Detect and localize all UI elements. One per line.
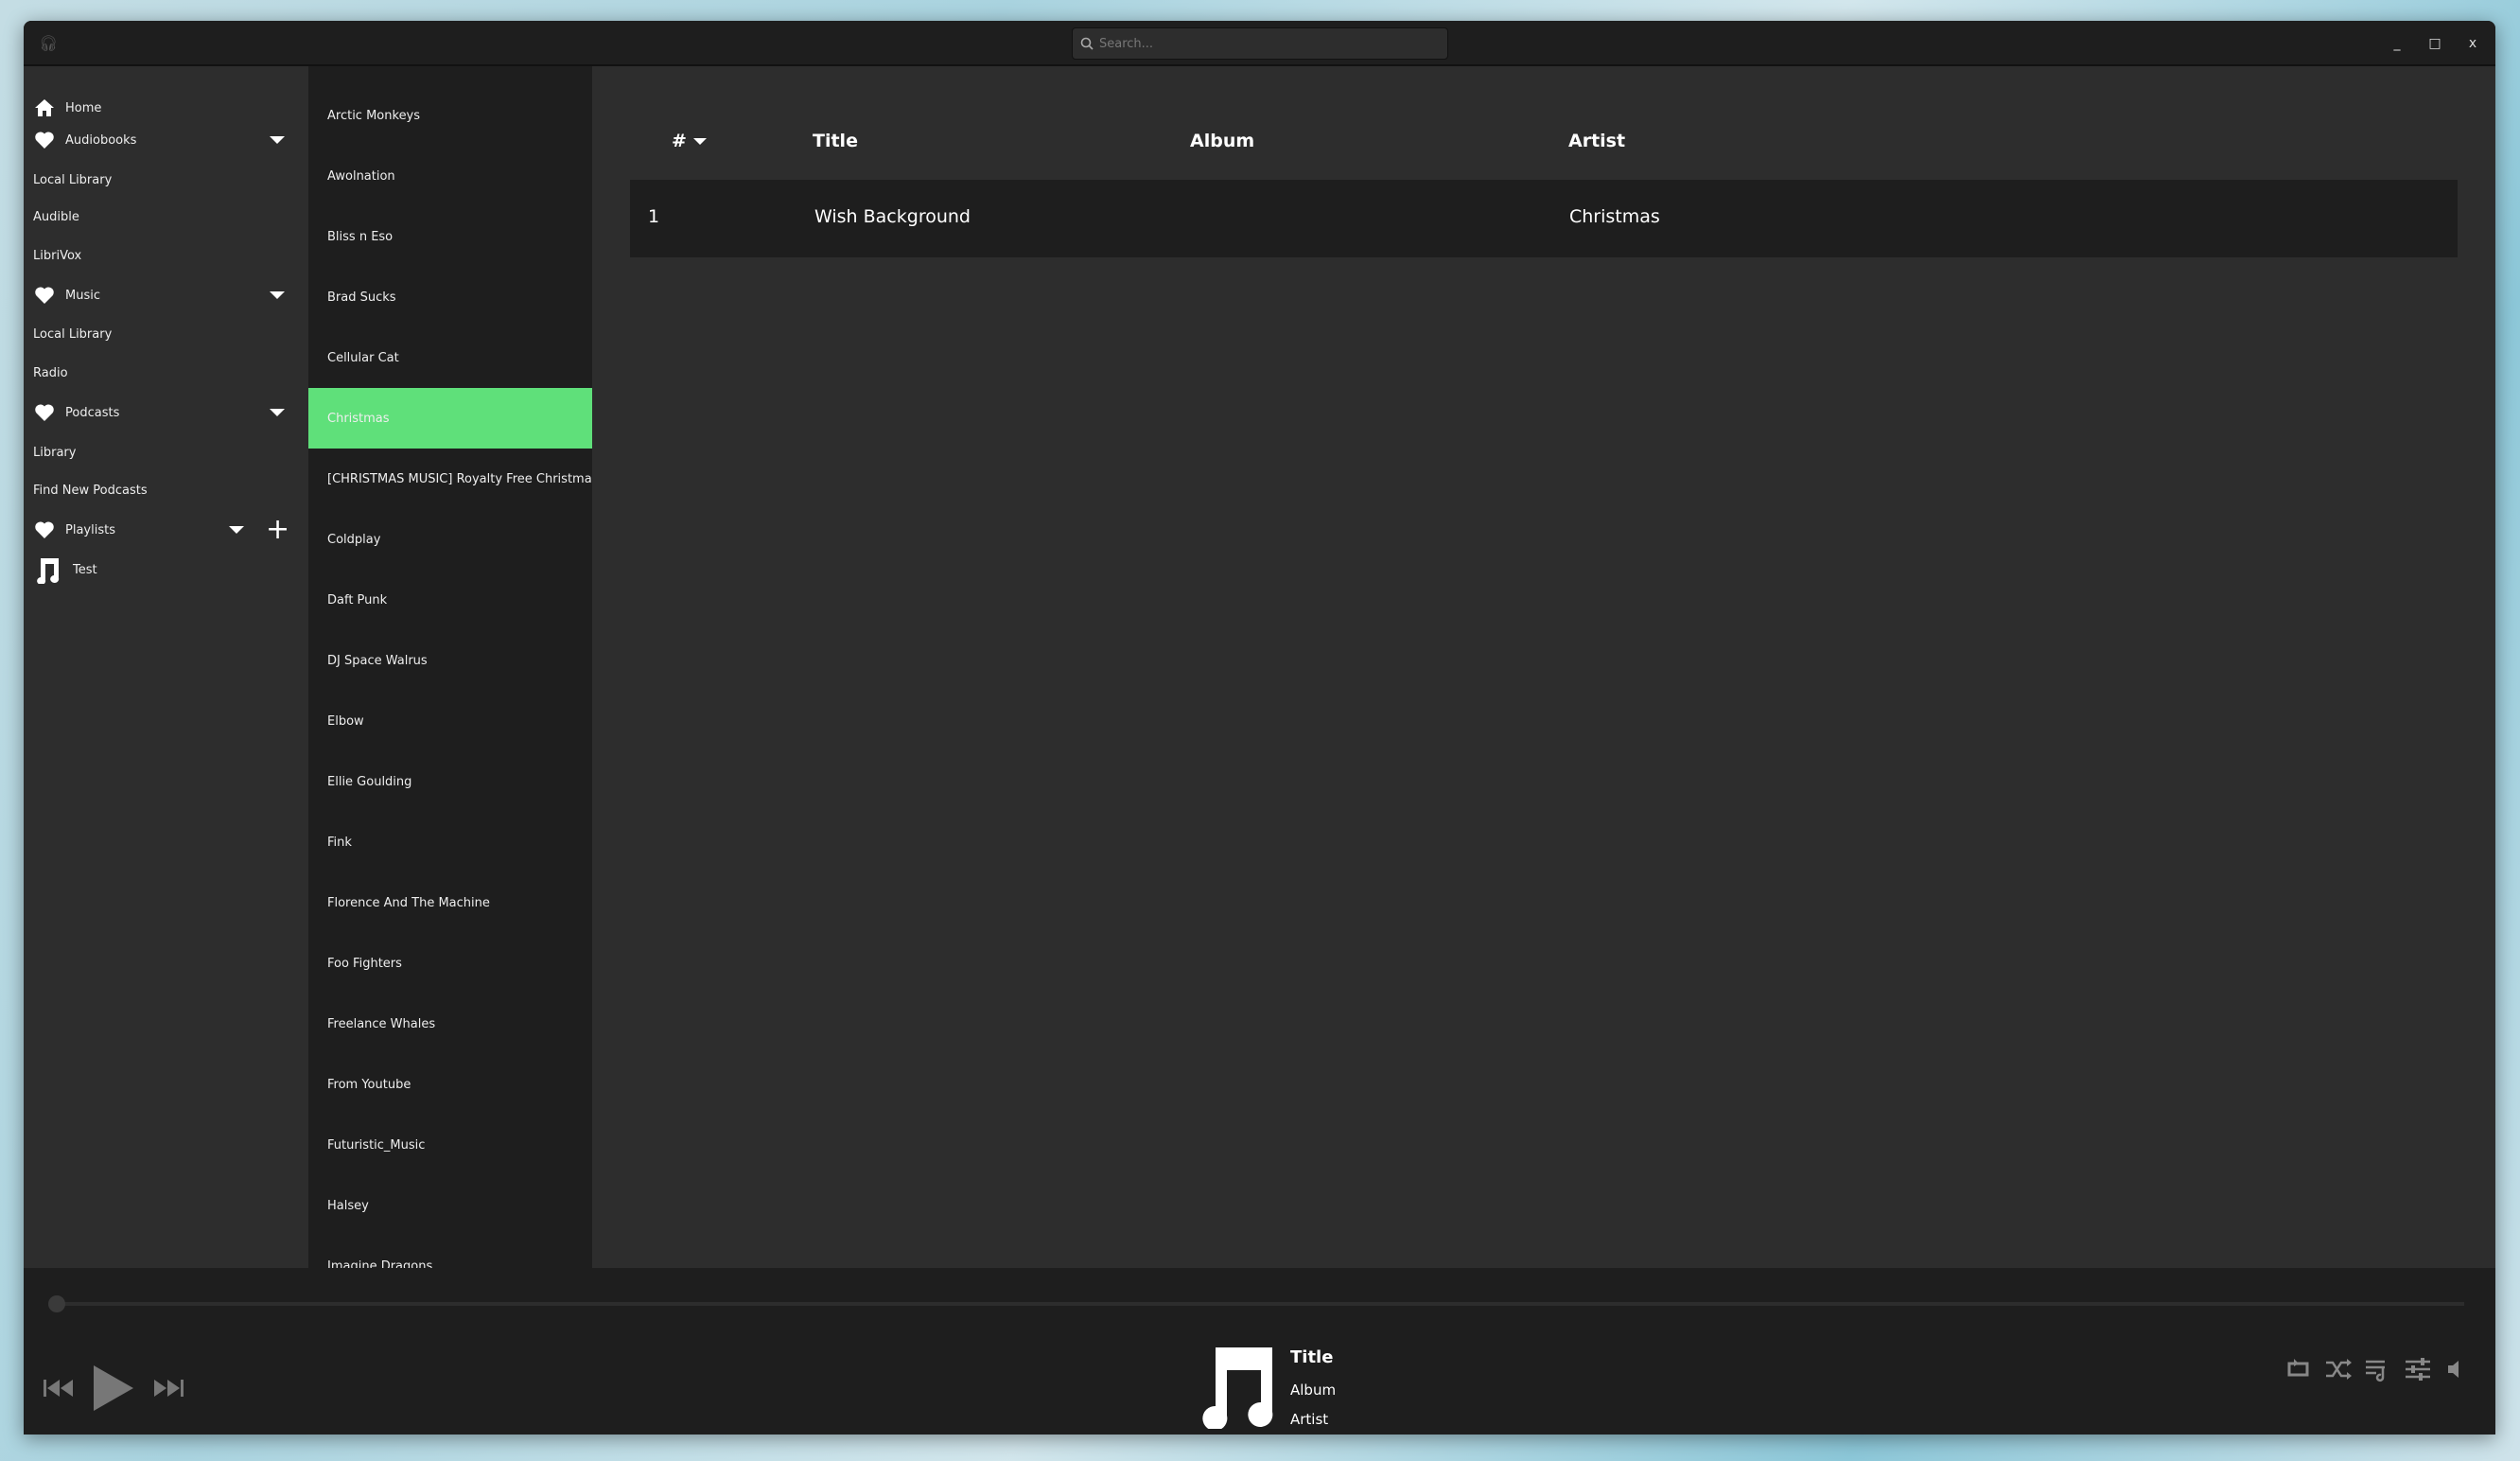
artist-item[interactable]: Elbow [308,691,592,751]
artist-item[interactable]: Awolnation [308,146,592,206]
sidebar-item-home[interactable]: Home [33,92,298,124]
artist-item[interactable]: Freelance Whales [308,994,592,1054]
heart-icon [33,284,56,307]
table-row[interactable]: 1 Wish Background Christmas [630,180,2458,257]
track-table: # Title Album Artist 1 Wish Background C… [592,66,2495,1268]
artist-item[interactable]: Halsey [308,1175,592,1236]
sidebar-item-audible[interactable]: Audible [33,201,298,233]
previous-icon[interactable] [43,1378,75,1399]
sidebar-section-label: Podcasts [65,405,120,420]
volume-icon[interactable] [2445,1355,2464,1383]
headphones-icon: 🎧︎ [39,34,59,52]
artist-item[interactable]: Coldplay [308,509,592,570]
track-number: 1 [648,206,660,227]
close-button[interactable]: x [2461,32,2484,55]
sort-desc-icon [692,138,707,145]
column-header-artist[interactable]: Artist [1568,131,1625,151]
maximize-button[interactable]: □ [2424,32,2446,55]
artist-item[interactable]: Cellular Cat [308,327,592,388]
app-window: 🎧︎ _ □ x Home Audiobooks Local Library A… [24,21,2495,1435]
album-art-music-note-icon [1202,1347,1273,1429]
sidebar-section-music[interactable]: Music [33,279,298,311]
sidebar-item-local-library[interactable]: Local Library [33,164,298,196]
chevron-down-icon[interactable] [270,291,285,299]
artist-item[interactable]: Futuristic_Music [308,1115,592,1175]
sidebar-item-find-new-podcasts[interactable]: Find New Podcasts [33,474,298,506]
now-playing-title: Title [1290,1347,1334,1367]
sidebar-section-playlists[interactable]: Playlists [33,514,298,546]
minimize-button[interactable]: _ [2386,32,2408,55]
chevron-down-icon[interactable] [229,526,244,534]
sidebar-item-radio[interactable]: Radio [33,357,298,389]
sidebar-item-librivox[interactable]: LibriVox [33,239,298,272]
sidebar-section-podcasts[interactable]: Podcasts [33,396,298,429]
heart-icon [33,129,56,151]
sidebar: Home Audiobooks Local Library Audible Li… [24,66,308,1268]
play-icon[interactable] [92,1364,135,1412]
playlist-label: Test [73,562,97,577]
sidebar-item-podcast-library[interactable]: Library [33,436,298,468]
sidebar-item-label: Home [65,100,102,115]
artist-item[interactable]: Fink [308,812,592,872]
add-playlist-button[interactable]: + [266,516,289,544]
sidebar-section-label: Music [65,288,100,303]
artist-item[interactable]: Daft Punk [308,570,592,630]
chevron-down-icon[interactable] [270,409,285,416]
now-playing-artist: Artist [1290,1411,1329,1428]
track-artist: Christmas [1569,206,1660,227]
progress-slider[interactable] [57,1302,2464,1306]
artist-item[interactable]: From Youtube [308,1054,592,1115]
player-bar: Title Album Artist [24,1268,2495,1435]
music-note-icon [33,555,61,584]
sidebar-item-label: Library [33,445,77,460]
artist-item[interactable]: Brad Sucks [308,267,592,327]
equalizer-icon[interactable] [2404,1355,2432,1383]
sidebar-item-music-local-library[interactable]: Local Library [33,318,298,350]
column-header-album[interactable]: Album [1190,131,1254,151]
artist-item[interactable]: [CHRISTMAS MUSIC] Royalty Free Christmas… [308,449,592,509]
sidebar-item-label: LibriVox [33,248,82,263]
search-input[interactable] [1099,36,1421,51]
sidebar-section-label: Audiobooks [65,132,137,148]
sidebar-item-label: Local Library [33,326,113,342]
track-title: Wish Background [814,206,971,227]
artist-item[interactable]: Imagine Dragons [308,1236,592,1269]
artist-item[interactable]: Arctic Monkeys [308,85,592,146]
sidebar-section-label: Playlists [65,522,115,537]
sidebar-item-label: Find New Podcasts [33,483,148,498]
queue-icon[interactable] [2364,1355,2392,1383]
home-icon [33,97,56,119]
artist-item[interactable]: Bliss n Eso [308,206,592,267]
chevron-down-icon[interactable] [270,136,285,144]
progress-handle[interactable] [48,1295,65,1312]
next-icon[interactable] [152,1378,184,1399]
column-header-title[interactable]: Title [813,131,858,151]
sidebar-item-label: Audible [33,209,79,224]
artist-item[interactable]: Ellie Goulding [308,751,592,812]
artist-list: Arctic Monkeys Awolnation Bliss n Eso Brad … [308,66,592,1268]
artist-item[interactable]: Florence And The Machine [308,872,592,933]
sidebar-item-label: Local Library [33,172,113,187]
column-header-number[interactable]: # [672,131,707,151]
titlebar: 🎧︎ _ □ x [24,21,2495,66]
artist-item[interactable]: DJ Space Walrus [308,630,592,691]
search-box[interactable] [1072,27,1448,60]
heart-icon [33,401,56,424]
artist-item[interactable]: Christmas [308,388,592,449]
sidebar-item-label: Radio [33,365,68,380]
artist-item[interactable]: Foo Fighters [308,933,592,994]
now-playing-album: Album [1290,1382,1337,1399]
shuffle-icon[interactable] [2324,1355,2353,1383]
heart-icon [33,519,56,541]
playlist-item-test[interactable]: Test [33,554,298,586]
sidebar-section-audiobooks[interactable]: Audiobooks [33,124,298,156]
search-icon [1080,37,1094,50]
repeat-icon[interactable] [2284,1355,2313,1383]
